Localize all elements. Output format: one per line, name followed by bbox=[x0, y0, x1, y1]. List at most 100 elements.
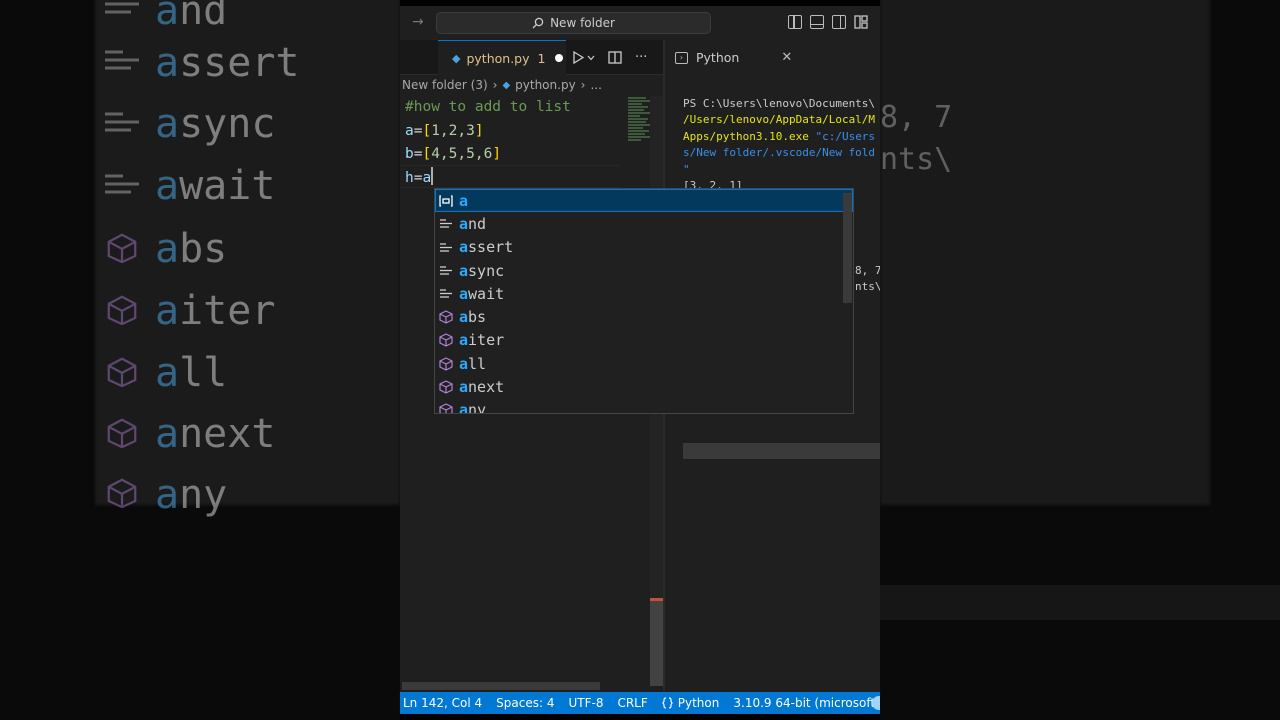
suggestion-item[interactable]: all bbox=[435, 352, 853, 375]
more-actions-icon[interactable]: ··· bbox=[635, 50, 647, 65]
python-file-icon: ◆ bbox=[502, 79, 511, 91]
backdrop-word: aiter bbox=[155, 288, 276, 334]
search-icon bbox=[532, 17, 544, 29]
method-cube-icon bbox=[107, 418, 137, 448]
encoding[interactable]: UTF-8 bbox=[561, 696, 610, 710]
backdrop-word: abs bbox=[155, 226, 228, 272]
line-endings[interactable]: CRLF bbox=[610, 696, 654, 710]
method-cube-icon bbox=[107, 295, 137, 325]
method-cube-icon bbox=[107, 233, 137, 263]
chevron-right-icon: › bbox=[580, 78, 586, 92]
python-interpreter[interactable]: 3.10.9 64-bit (microsoft store) bbox=[726, 696, 880, 710]
notifications-bell-icon[interactable] bbox=[872, 696, 880, 710]
braces-icon bbox=[662, 697, 673, 709]
backdrop-text: nts\ bbox=[880, 142, 953, 177]
backdrop-panel bbox=[880, 0, 1210, 505]
terminal-peek-text: 8, 7 nts\ bbox=[855, 264, 880, 293]
chevron-right-icon: › bbox=[492, 78, 498, 92]
terminal-icon: › bbox=[675, 51, 688, 64]
terminal-line: " bbox=[683, 162, 690, 176]
backdrop-word: anext bbox=[155, 411, 276, 457]
suggestions-scrollbar[interactable] bbox=[843, 193, 852, 303]
terminal-tab-label: Python bbox=[696, 50, 740, 65]
breadcrumb-more[interactable]: ... bbox=[590, 78, 601, 92]
suggestion-item[interactable]: a bbox=[435, 189, 853, 213]
editor-scroll-thumb[interactable] bbox=[650, 601, 664, 686]
run-icon[interactable] bbox=[572, 51, 584, 64]
terminal-line: PS C:\Users\lenovo\Documents\ bbox=[683, 96, 876, 110]
suggestion-item[interactable]: abs bbox=[435, 305, 853, 328]
keyword-icon bbox=[105, 2, 139, 14]
breadcrumb-file[interactable]: python.py bbox=[515, 78, 576, 92]
python-file-icon: ◆ bbox=[452, 51, 461, 65]
method-cube-icon bbox=[439, 357, 453, 371]
backdrop-strip bbox=[880, 585, 1280, 620]
status-bar: Ln 142, Col 4 Spaces: 4 UTF-8 CRLF Pytho… bbox=[400, 692, 880, 714]
suggestion-item[interactable]: await bbox=[435, 282, 853, 305]
suggestion-item[interactable]: aiter bbox=[435, 329, 853, 352]
backdrop-text: 8, 7 bbox=[880, 100, 953, 135]
keyword-icon bbox=[439, 264, 453, 278]
editor-actions: ··· bbox=[572, 50, 647, 65]
suggestion-item[interactable]: anext bbox=[435, 375, 853, 398]
suggestion-item[interactable]: assert bbox=[435, 236, 853, 259]
blurred-backdrop-left: and assert async await abs aiter all ane… bbox=[0, 0, 400, 720]
suggestion-item[interactable]: any bbox=[435, 399, 853, 413]
terminal-tab-bar: › Python ✕ bbox=[665, 40, 880, 75]
keyword-icon bbox=[439, 240, 453, 254]
minimap[interactable] bbox=[628, 96, 652, 196]
keyword-icon bbox=[105, 174, 139, 194]
customize-layout-icon[interactable] bbox=[854, 15, 868, 29]
method-cube-icon bbox=[439, 403, 453, 413]
method-cube-icon bbox=[439, 333, 453, 348]
method-cube-icon bbox=[439, 380, 453, 394]
backdrop-word: any bbox=[155, 472, 228, 518]
backdrop-word: async bbox=[155, 101, 276, 147]
terminal-scrollbar[interactable] bbox=[683, 443, 880, 459]
editor-tab-bar: ◆ python.py 1 ··· bbox=[400, 40, 664, 75]
breadcrumb: New folder (3) › ◆ python.py › ... bbox=[402, 76, 602, 94]
vscode-window: → New folder ◆ python.py 1 ··· New folde… bbox=[400, 6, 880, 714]
keyword-icon bbox=[439, 217, 453, 231]
terminal-line: s/New folder/.vscode/New fold bbox=[683, 146, 876, 159]
unsaved-dot-icon[interactable] bbox=[555, 54, 564, 62]
search-label: New folder bbox=[550, 16, 615, 30]
suggestion-item[interactable]: and bbox=[435, 212, 853, 235]
chevron-down-icon[interactable] bbox=[587, 55, 595, 61]
method-cube-icon bbox=[439, 310, 453, 324]
blurred-backdrop-right: 8, 7 nts\ bbox=[880, 0, 1280, 720]
toggle-sidebar-icon[interactable] bbox=[788, 15, 802, 29]
title-bar: → New folder bbox=[400, 6, 880, 40]
suggestion-item[interactable]: async bbox=[435, 259, 853, 282]
keyword-icon bbox=[105, 112, 139, 132]
code-line: b=[4,5,5,6] bbox=[405, 146, 502, 162]
split-editor-icon[interactable] bbox=[608, 51, 622, 64]
tab-python-py[interactable]: ◆ python.py 1 bbox=[438, 40, 566, 75]
terminal-line: Apps/python3.10.exe "c:/Users bbox=[683, 129, 876, 143]
backdrop-word: and bbox=[155, 0, 228, 34]
layout-controls bbox=[788, 15, 868, 29]
close-icon[interactable]: ✕ bbox=[781, 50, 792, 65]
tab-terminal-python[interactable]: › Python ✕ bbox=[665, 50, 792, 65]
forward-arrow-icon[interactable]: → bbox=[412, 14, 424, 30]
command-center-search[interactable]: New folder bbox=[436, 12, 711, 34]
backdrop-word: await bbox=[155, 163, 276, 209]
toggle-secondary-sidebar-icon[interactable] bbox=[832, 15, 846, 29]
toggle-panel-icon[interactable] bbox=[810, 15, 824, 29]
text-cursor bbox=[431, 166, 433, 185]
problem-count: 1 bbox=[537, 50, 546, 66]
code-line: h=a bbox=[400, 166, 628, 191]
language-mode[interactable]: Python bbox=[655, 696, 727, 710]
keyword-icon bbox=[105, 50, 139, 70]
tab-filename: python.py bbox=[466, 50, 530, 66]
code-line: #how to add to list bbox=[405, 99, 571, 115]
indentation[interactable]: Spaces: 4 bbox=[489, 696, 561, 710]
code-editor[interactable]: #how to add to list a=[1,2,3] b=[4,5,5,6… bbox=[400, 96, 628, 190]
autocomplete-suggestions: a and assert async await abs aiter all a… bbox=[434, 188, 854, 414]
editor-horizontal-scrollbar[interactable] bbox=[402, 682, 600, 690]
backdrop-word: assert bbox=[155, 40, 300, 86]
breadcrumb-folder[interactable]: New folder (3) bbox=[402, 78, 488, 92]
method-cube-icon bbox=[107, 478, 137, 508]
cursor-position[interactable]: Ln 142, Col 4 bbox=[400, 696, 489, 710]
method-cube-icon bbox=[107, 357, 137, 387]
